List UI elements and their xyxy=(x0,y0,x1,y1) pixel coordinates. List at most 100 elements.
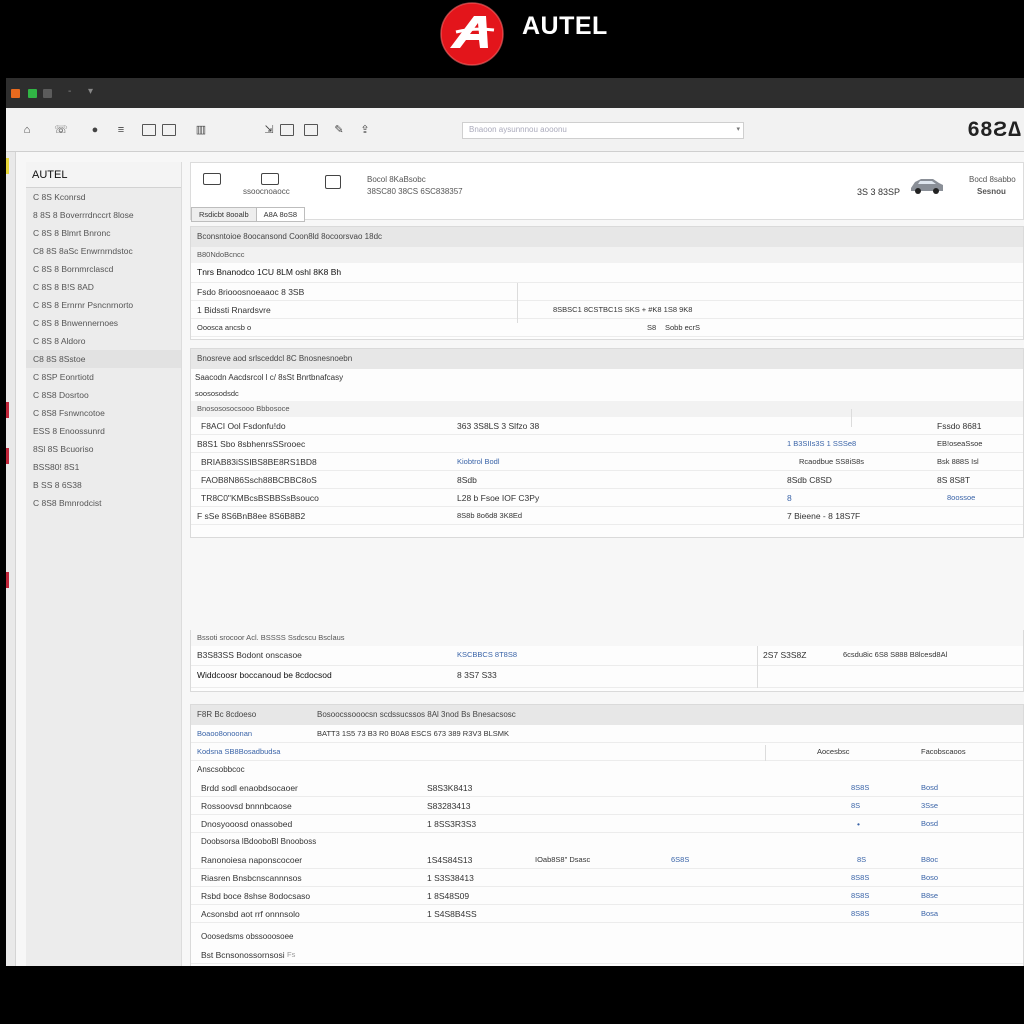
cell: Rossoovsd bnnnbcaose xyxy=(201,801,292,811)
window-icon[interactable] xyxy=(142,124,156,136)
cell: Brdd sodl enaobdsocaoer xyxy=(201,783,298,793)
section-components-cont: Ooosedsms obssooosoee Bst Bcnsonossornso… xyxy=(190,928,1024,966)
section-header-right: Bosoocssooocsn scdssucssos 8Al 3nod Bs B… xyxy=(317,710,516,719)
cell: B8se xyxy=(921,891,939,900)
sidebar-item[interactable]: C 8SP Eonrtiotd xyxy=(26,368,181,386)
cell: 6csdu8ic 6S8 S888 B8lcesd8Al xyxy=(843,650,948,659)
menu-icon[interactable]: ≡ xyxy=(114,124,128,136)
cell: B8S1 Sbo 8sbhenrsSSrooec xyxy=(197,439,306,449)
cell: Rcaodbue SS8iS8s xyxy=(799,457,865,466)
user-icon[interactable]: ● xyxy=(88,124,102,136)
cell: 8S 8S8T xyxy=(937,475,971,485)
cell: 1 8SS3R3S3 xyxy=(427,819,477,829)
title-dropdown-icon[interactable]: ▾ xyxy=(88,86,93,97)
section-header: Bssoti srocoor Acl. BSSSS Ssdcscu Bsclau… xyxy=(191,630,1023,646)
section-subheader: Bnosososocsooo Bbbosoce xyxy=(191,401,1023,417)
sidebar-item[interactable]: C 8S 8 B!S 8AD xyxy=(26,278,181,296)
table-row: Dnosyooosd onassobed 1 8SS3R3S3 • Bosd xyxy=(191,815,1023,833)
home-icon[interactable]: ⌂ xyxy=(20,124,34,136)
sidebar-item[interactable]: ESS 8 Enoossunrd xyxy=(26,422,181,440)
column-divider xyxy=(765,745,766,761)
table-row: FAOB8N86Ssch88BCBBC8oS 8Sdb 8Sdb C8SD 8S… xyxy=(191,471,1023,489)
sidebar-item[interactable]: C8 8S 8aSc Enwrnrndstoc xyxy=(26,242,181,260)
table-row: Ooosca ancsb o S8 Sobb ecrS xyxy=(191,319,1023,337)
cell: 8S8S xyxy=(851,891,870,900)
sidebar-item[interactable]: BSS80! 8S1 xyxy=(26,458,181,476)
sidebar-item[interactable]: C 8S 8 Bornmrclascd xyxy=(26,260,181,278)
pointer-icon[interactable]: ⇲ xyxy=(262,124,276,136)
chart-icon[interactable]: ▥ xyxy=(194,124,208,136)
cell: 8Sdb xyxy=(457,475,477,485)
cell: Fsdo 8riooosnoeaaoc 8 3SB xyxy=(197,287,305,297)
table-row: TR8C0"KMBcsBSBBSsBsouco L28 b Fsoe IOF C… xyxy=(191,489,1023,507)
app-icon-gray xyxy=(43,89,52,98)
edge-marker xyxy=(6,402,9,418)
image-icon[interactable] xyxy=(304,124,318,136)
sidebar-item[interactable]: C 8S8 Fsnwncotoe xyxy=(26,404,181,422)
cell: Ooosca ancsb o xyxy=(197,323,252,332)
table-row: Riasren Bnsbcnscannnsos 1 S3S38413 8S8S Bos… xyxy=(191,869,1023,887)
toolbar: ⌂ ☏ ● ≡ ▥ ⇲ ✎ ⇪ Bnaoon aysunnnou aooonu … xyxy=(6,108,1024,152)
cell: Tnrs Bnanodco 1CU 8LM oshl 8K8 Bh xyxy=(197,267,342,277)
table-row: F8ACI Ool Fsdonfu!do 363 3S8LS 3 Slfzo 3… xyxy=(191,417,1023,435)
cell: Fs xyxy=(287,950,296,959)
vehicle-code: 3S 3 83SP xyxy=(857,187,901,197)
cell: 3Sse xyxy=(921,801,939,810)
group-title: Ooosedsms obssooosoee xyxy=(201,932,294,941)
cell: Bosa xyxy=(921,909,939,918)
sidebar-item[interactable]: C 8S 8 Bnwennernoes xyxy=(26,314,181,332)
phone-icon[interactable]: ☏ xyxy=(54,124,68,136)
sidebar-item[interactable]: 8Sl 8S Bcuoriso xyxy=(26,440,181,458)
sidebar-item[interactable]: B SS 8 6S38 xyxy=(26,476,181,494)
app-window: - ▾ ⌂ ☏ ● ≡ ▥ ⇲ ✎ ⇪ Bnaoon aysunnnou aoo… xyxy=(6,78,1024,966)
chevron-down-icon[interactable]: ▾ xyxy=(736,125,740,133)
cell: 8SBSC1 8CSTBC1S SKS + #K8 1S8 9K8 xyxy=(553,305,693,314)
cell: Bsk 888S Isl xyxy=(937,457,979,466)
sidebar-item[interactable]: C 8S 8 Ernrnr Psncnrnorto xyxy=(26,296,181,314)
edit-icon[interactable]: ✎ xyxy=(332,124,346,136)
search-input[interactable]: Bnaoon aysunnnou aooonu ▾ xyxy=(462,122,744,139)
cell: 6S8S xyxy=(671,855,690,864)
sidebar-item[interactable]: C 8S 8 Aldoro xyxy=(26,332,181,350)
column-divider xyxy=(517,283,518,323)
section-subheader: B80NdoBcncc xyxy=(191,247,1023,263)
cell: 8S xyxy=(851,801,861,810)
table-row: Tnrs Bnanodco 1CU 8LM oshl 8K8 Bh xyxy=(191,263,1023,283)
cell: 8 3S7 S33 xyxy=(457,670,497,680)
table-row: Rossoovsd bnnnbcaose S83283413 8S 3Sse xyxy=(191,797,1023,815)
cell: EB!oseaSsoe xyxy=(937,439,983,448)
search-placeholder: Bnaoon aysunnnou aooonu xyxy=(469,125,567,134)
cell: KSCBBCS 8T8S8 xyxy=(457,650,518,659)
section-header: Bconsntoioe 8oocansond Coon8ld 8ocoorsva… xyxy=(191,227,1023,247)
main-panel: ssoocnoaocc Bocol 8KaBsobc 38SC80 38CS 6… xyxy=(190,162,1024,966)
section-header: F8R Bc 8cdoeso Bosoocssooocsn scdssucsso… xyxy=(191,705,1023,725)
section-freeze-frame: Bssoti srocoor Acl. BSSSS Ssdcscu Bsclau… xyxy=(190,630,1024,692)
cell: 8S8S xyxy=(851,783,870,792)
table-row: Acsonsbd aot rrf onnnsolo 1 S4S8B4SS 8S8S B… xyxy=(191,905,1023,923)
tab-abs[interactable]: A8A 8oS8 xyxy=(255,207,305,222)
cell: Boso xyxy=(921,873,939,882)
table-row: Kodsna SB8Bosadbudsa Aocesbsc Facobscaoo… xyxy=(191,743,1023,761)
tab-details[interactable]: Rsdicbt 8ooalb xyxy=(191,207,257,222)
brand-name: AUTEL xyxy=(522,12,608,40)
sidebar-item[interactable]: C 8S 8 Blmrt Bnronc xyxy=(26,224,181,242)
cell: Bosd xyxy=(921,819,939,828)
sidebar-item[interactable]: C 8S8 Dosrtoo xyxy=(26,386,181,404)
save-icon[interactable] xyxy=(280,124,294,136)
scanner-icon[interactable] xyxy=(203,173,221,185)
car-icon xyxy=(911,179,943,194)
print-icon[interactable] xyxy=(162,124,176,136)
sidebar-item[interactable]: 8 8S 8 Boverrrdnccrt 8lose xyxy=(26,206,181,224)
sidebar-item[interactable]: C8 8S 8Sstoe xyxy=(26,350,181,368)
upload-icon[interactable]: ⇪ xyxy=(358,124,372,136)
table-row: Ranonoiesa naponscocoer 1S4S84S13 IOab8S8"… xyxy=(191,851,1023,869)
sidebar-item[interactable]: C 8S8 Bmnrodcist xyxy=(26,494,181,512)
obd-icon[interactable] xyxy=(325,175,341,189)
cell: 8S8S xyxy=(851,909,870,918)
cell: 8 xyxy=(787,493,792,503)
sidebar-item[interactable]: C 8S Kconrsd xyxy=(26,188,181,206)
cell: 7 Bieene - 8 18S7F xyxy=(787,511,861,521)
section-live-data: Bnosreve aod srlsceddcl 8C Bnosnesnoebn … xyxy=(190,348,1024,538)
cell: Widdcoosr boccanoud be 8cdocsod xyxy=(197,670,332,680)
battery-icon[interactable] xyxy=(261,173,279,185)
